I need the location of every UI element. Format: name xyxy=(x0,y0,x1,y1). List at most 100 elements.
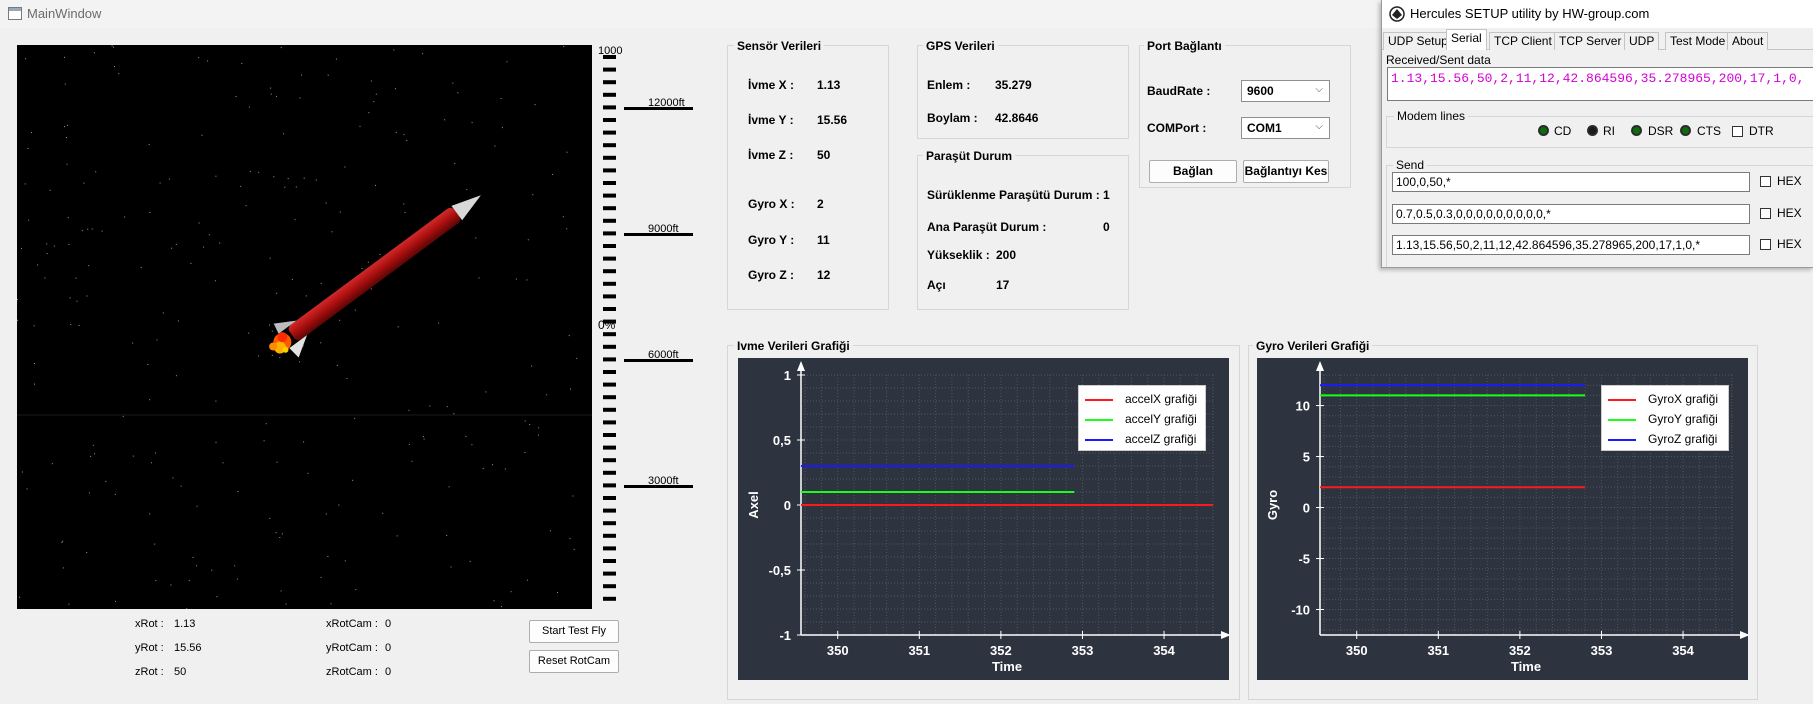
port-group-title: Port Bağlantı xyxy=(1144,39,1225,53)
hex-checkbox[interactable] xyxy=(1760,176,1771,187)
altimeter-tick xyxy=(603,546,616,551)
cts-label: CTS xyxy=(1697,124,1721,138)
legend-swatch xyxy=(1085,419,1113,421)
send-input[interactable]: 100,0,50,* xyxy=(1392,172,1750,192)
altimeter-tick xyxy=(603,294,616,299)
x-tick-label: 350 xyxy=(827,643,849,658)
hex-checkbox[interactable] xyxy=(1760,208,1771,219)
window-title: MainWindow xyxy=(27,6,102,21)
gyro-chart[interactable]: 350 351 352 353 354 10 5 0 -5 -10 Time Gyro GyroX g… xyxy=(1257,358,1750,680)
send-input-value: 100,0,50,* xyxy=(1396,175,1451,189)
main-chute-value: 0 xyxy=(1103,220,1110,234)
xrotcam-label: xRotCam : xyxy=(326,618,378,630)
altimeter-tick xyxy=(603,382,616,387)
dtr-checkbox[interactable] xyxy=(1732,126,1743,137)
altimeter-tick xyxy=(603,458,616,463)
accel-chart[interactable]: 350 351 352 353 354 1 0,5 0 -0,5 -1 Time Axel accel… xyxy=(738,358,1231,680)
tab-udp[interactable]: UDP xyxy=(1624,32,1660,50)
x-tick-label: 352 xyxy=(990,643,1012,658)
received-data-box[interactable]: 1.13,15.56,50,2,11,12,42.864596,35.27896… xyxy=(1387,67,1813,101)
comport-select[interactable]: COM1 ⌵ xyxy=(1241,117,1330,139)
altimeter-tick xyxy=(603,256,616,261)
accel-chart-legend: accelX grafiği accelY grafiği accelZ gra… xyxy=(1078,385,1206,451)
hex-label: HEX xyxy=(1777,237,1802,251)
zrotcam-value: 0 xyxy=(385,666,392,678)
legend-label: accelX grafiği xyxy=(1125,392,1198,406)
legend-label: GyroY grafiği xyxy=(1648,412,1718,426)
dsr-led-icon xyxy=(1631,125,1642,136)
received-data: 1.13,15.56,50,2,11,12,42.864596,35.27896… xyxy=(1391,71,1805,86)
altimeter-tick xyxy=(603,118,616,122)
tab-tcp-server[interactable]: TCP Server xyxy=(1554,32,1627,50)
send-input[interactable]: 0.7,0.5,0.3,0,0,0,0,0,0,0,0,0,* xyxy=(1392,204,1750,224)
send-input[interactable]: 1.13,15.56,50,2,11,12,42.864596,35.27896… xyxy=(1392,235,1750,255)
altitude-value: 200 xyxy=(996,248,1017,262)
altimeter-tick xyxy=(603,596,616,601)
altitude-label: Yükseklik : xyxy=(927,248,990,262)
zrot-label: zRot : xyxy=(135,666,164,678)
accel-chart-group-title: Ivme Verileri Grafiği xyxy=(734,339,853,353)
altimeter-tick xyxy=(603,344,616,349)
modem-lines-label: Modem lines xyxy=(1394,109,1469,123)
dtr-label: DTR xyxy=(1749,124,1774,138)
start-test-fly-button[interactable]: Start Test Fly xyxy=(529,620,619,643)
yrotcam-value: 0 xyxy=(385,642,392,654)
y-axis-label: Axel xyxy=(746,491,761,518)
hercules-title-bar: Hercules SETUP utility by HW-group.com xyxy=(1382,0,1813,28)
disconnect-button[interactable]: Bağlantıyı Kes xyxy=(1243,160,1329,183)
altimeter-tick xyxy=(603,193,616,198)
sensor-value: 2 xyxy=(817,197,824,211)
gyro-chart-group-title: Gyro Verileri Grafiği xyxy=(1253,339,1373,353)
y-tick-label: -0,5 xyxy=(769,563,791,578)
y-axis-arrow-icon xyxy=(797,361,805,371)
altimeter-tick xyxy=(603,420,616,425)
baudrate-value: 9600 xyxy=(1247,84,1274,98)
tab-udp-setup[interactable]: UDP Setup xyxy=(1383,32,1453,50)
tab-test-mode[interactable]: Test Mode xyxy=(1665,32,1731,50)
yrot-value: 15.56 xyxy=(174,642,202,654)
connect-button[interactable]: Bağlan xyxy=(1149,160,1237,183)
altimeter-tick xyxy=(603,584,616,589)
send-input-value: 0.7,0.5,0.3,0,0,0,0,0,0,0,0,0,* xyxy=(1396,207,1551,221)
rocket-view[interactable] xyxy=(17,45,592,609)
parachute-group-title: Paraşüt Durum xyxy=(923,149,1016,163)
y-tick-label: -1 xyxy=(779,628,791,643)
tab-about[interactable]: About xyxy=(1727,32,1769,50)
cd-label: CD xyxy=(1554,124,1572,138)
dsr-label: DSR xyxy=(1648,124,1674,138)
altimeter-tick xyxy=(603,206,616,211)
altimeter-mark: 12000ft xyxy=(648,97,685,109)
baudrate-select[interactable]: 9600 ⌵ xyxy=(1241,80,1330,102)
main-chute-label: Ana Paraşüt Durum : xyxy=(927,220,1047,234)
sensor-value: 11 xyxy=(817,233,830,247)
sensor-value: 12 xyxy=(817,268,831,282)
y-tick-label: -5 xyxy=(1298,552,1310,567)
altimeter-mark: 6000ft xyxy=(648,349,679,361)
x-tick-label: 354 xyxy=(1672,643,1694,658)
comport-value: COM1 xyxy=(1247,121,1282,135)
altimeter-tick xyxy=(603,332,616,337)
altimeter-tick xyxy=(603,559,616,563)
zrot-value: 50 xyxy=(174,666,187,678)
x-tick-label: 352 xyxy=(1509,643,1531,658)
legend-swatch xyxy=(1085,439,1113,441)
sensor-value: 15.56 xyxy=(817,113,848,127)
legend-swatch xyxy=(1608,419,1636,421)
altimeter-tick xyxy=(603,281,616,286)
reset-rotcam-button[interactable]: Reset RotCam xyxy=(529,650,619,673)
hercules-window[interactable]: Hercules SETUP utility by HW-group.com U… xyxy=(1381,0,1813,268)
altimeter-tick xyxy=(603,470,616,475)
zrotcam-label: zRotCam : xyxy=(326,666,378,678)
altimeter-tick xyxy=(603,521,616,526)
hex-checkbox[interactable] xyxy=(1760,239,1771,250)
x-tick-label: 353 xyxy=(1591,643,1613,658)
altimeter-tick xyxy=(603,483,616,488)
lat-label: Enlem : xyxy=(927,78,971,92)
drogue-label: Sürüklenme Paraşütü Durum : xyxy=(927,188,1100,202)
tab-tcp-client[interactable]: TCP Client xyxy=(1489,32,1557,50)
drogue-value: 1 xyxy=(1103,188,1110,202)
altimeter-tick xyxy=(603,130,616,135)
altimeter-tick xyxy=(603,357,616,362)
tab-serial[interactable]: Serial xyxy=(1446,29,1487,50)
altimeter-tick xyxy=(603,168,616,173)
